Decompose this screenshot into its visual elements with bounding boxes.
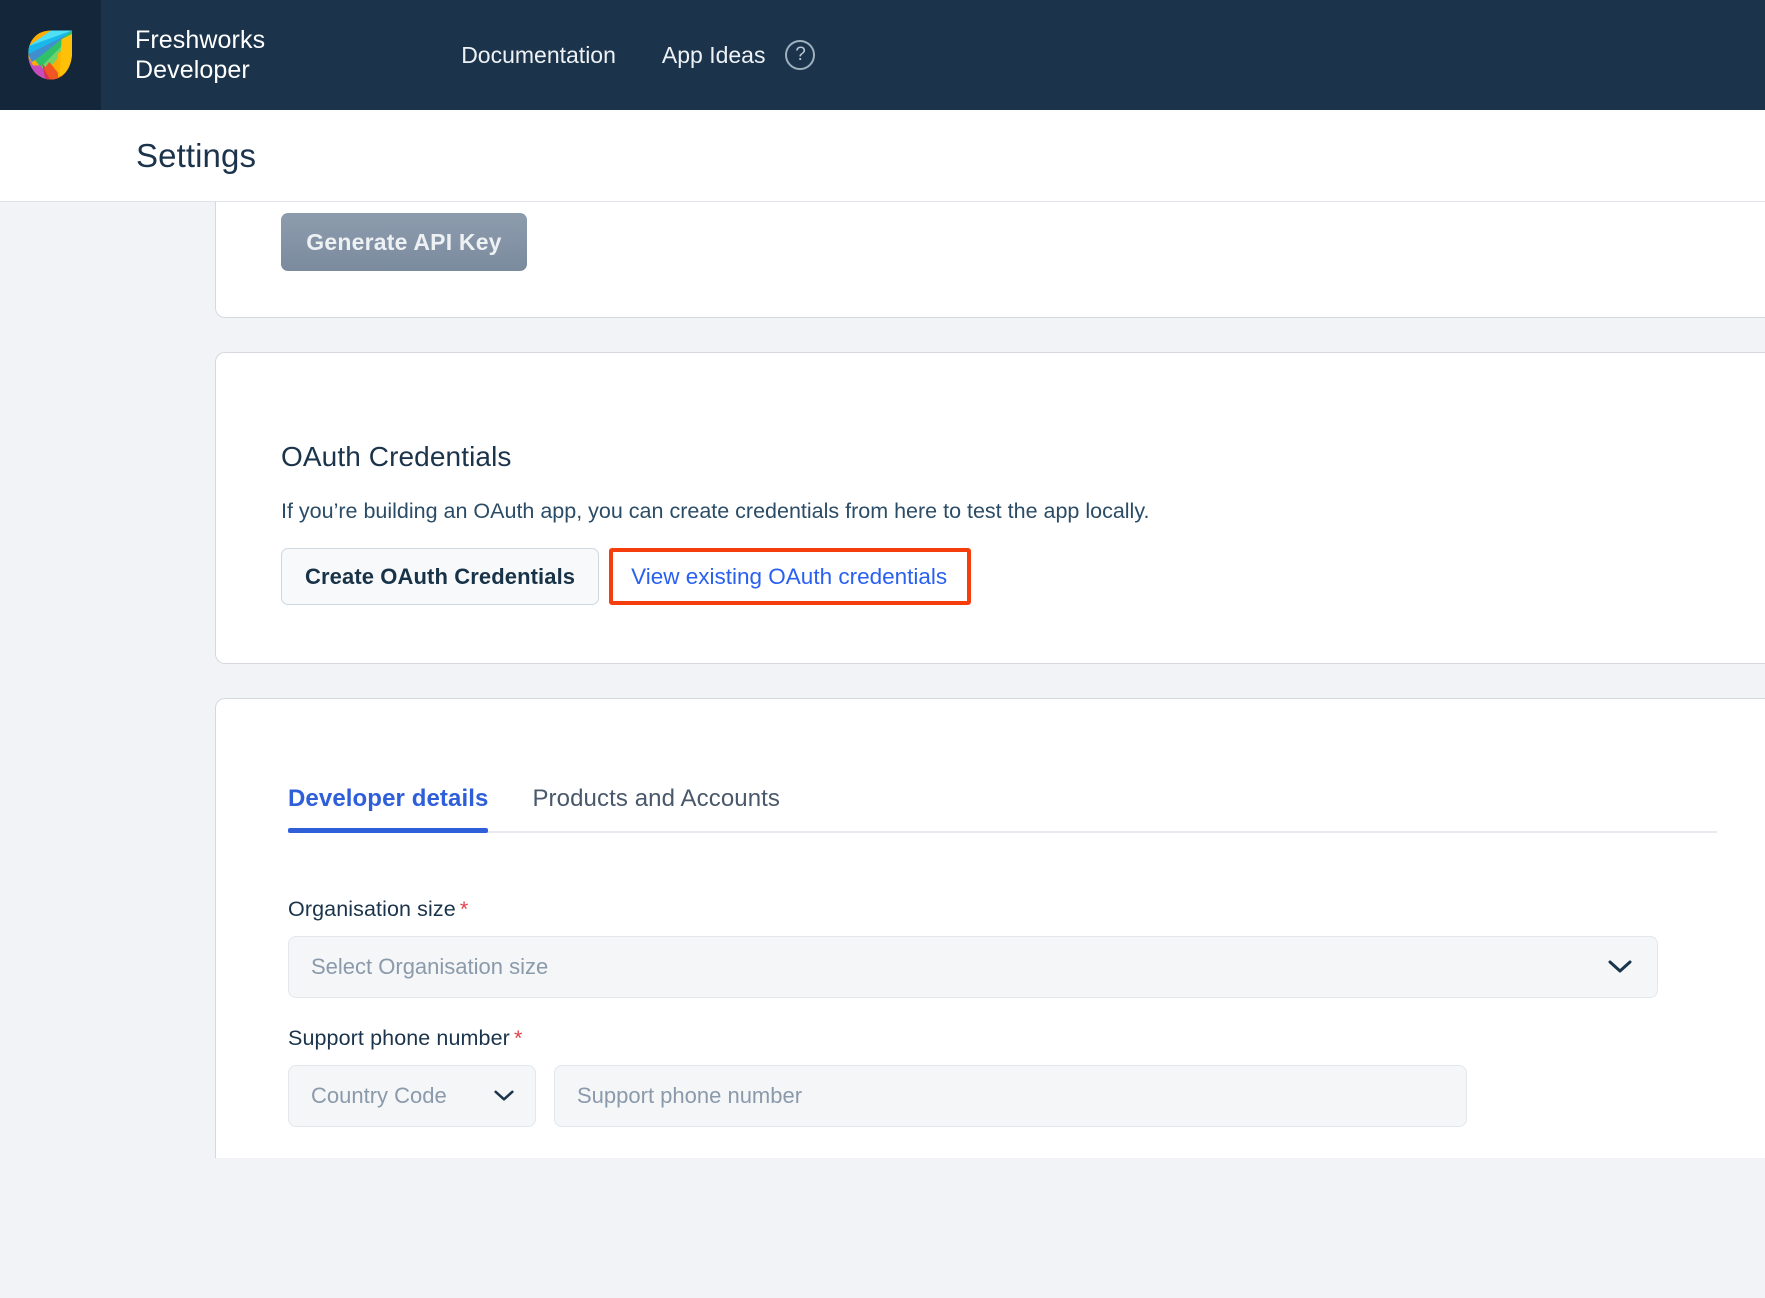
create-oauth-credentials-button[interactable]: Create OAuth Credentials [281, 548, 600, 606]
country-code-select-wrap: Country Code [288, 1065, 536, 1128]
settings-content-scroll-area[interactable]: Generate API Key OAuth Credentials If yo… [0, 202, 1765, 1297]
logo-tile[interactable] [0, 0, 101, 110]
country-code-select[interactable]: Country Code [288, 1065, 536, 1128]
brand-title: Freshworks Developer [135, 25, 266, 85]
oauth-section-description: If you’re building an OAuth app, you can… [281, 499, 1150, 523]
oauth-section-title: OAuth Credentials [281, 441, 512, 472]
help-question-icon[interactable]: ? [785, 40, 816, 70]
page-title: Settings [136, 136, 257, 174]
support-phone-required-marker: * [513, 1026, 523, 1051]
view-oauth-credentials-highlight-box: View existing OAuth credentials [609, 548, 972, 606]
nav-documentation[interactable]: Documentation [461, 42, 616, 69]
organisation-size-required-marker: * [459, 897, 469, 922]
support-phone-label: Support phone number * [288, 1026, 1677, 1051]
organisation-size-select-wrap: Select Organisation size [288, 936, 1658, 999]
view-existing-oauth-credentials-link[interactable]: View existing OAuth credentials [631, 564, 947, 590]
page-header: Settings [0, 110, 1765, 202]
tab-developer-details[interactable]: Developer details [288, 785, 489, 834]
oauth-credentials-card: OAuth Credentials If you’re building an … [215, 352, 1765, 665]
field-support-phone-number: Support phone number * Country Code [288, 1026, 1677, 1128]
field-organisation-size: Organisation size * Select Organisation s… [288, 897, 1677, 999]
support-phone-input[interactable] [554, 1065, 1467, 1128]
support-phone-row: Country Code [288, 1065, 1677, 1128]
nav-app-ideas[interactable]: App Ideas [662, 42, 766, 69]
organisation-size-label: Organisation size * [288, 897, 1677, 922]
oauth-actions-row: Create OAuth Credentials View existing O… [281, 548, 1765, 606]
primary-nav: Documentation App Ideas ? [461, 40, 816, 70]
support-phone-label-text: Support phone number [288, 1026, 510, 1051]
support-phone-input-wrap [554, 1065, 1467, 1128]
top-navigation-bar: Freshworks Developer Documentation App I… [0, 0, 1765, 110]
organisation-size-label-text: Organisation size [288, 897, 456, 922]
developer-details-card: Developer details Products and Accounts … [215, 698, 1765, 1159]
organisation-size-select[interactable]: Select Organisation size [288, 936, 1658, 999]
generate-api-key-button[interactable]: Generate API Key [281, 213, 527, 271]
freshworks-leaf-logo-icon [27, 30, 72, 80]
developer-details-form: Organisation size * Select Organisation s… [288, 897, 1765, 1128]
tab-products-and-accounts[interactable]: Products and Accounts [532, 785, 780, 831]
details-tab-bar: Developer details Products and Accounts [288, 785, 1717, 834]
api-key-card: Generate API Key [215, 202, 1765, 318]
